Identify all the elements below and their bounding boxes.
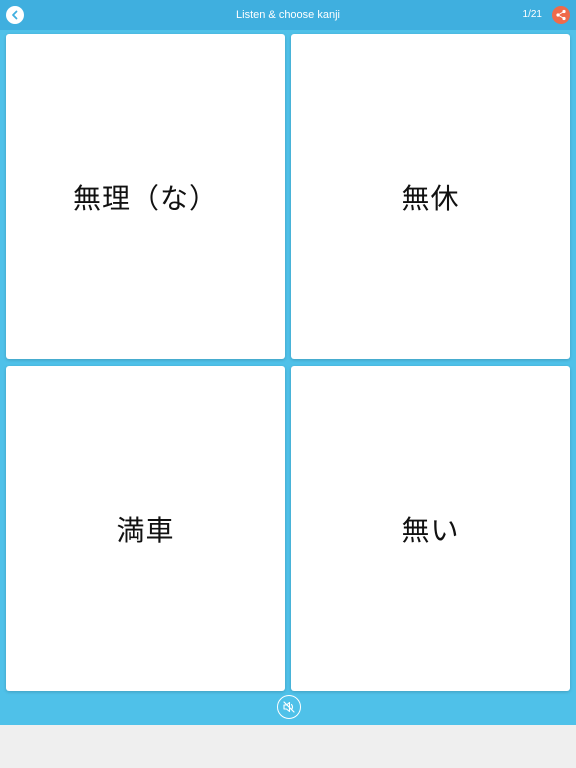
share-icon [556, 9, 566, 21]
choice-label: 無い [401, 513, 460, 547]
app-container: Listen & choose kanji 1/21 無理（な） 無休 満車 無… [0, 0, 576, 725]
choice-label: 無休 [401, 181, 460, 215]
progress-counter: 1/21 [522, 9, 542, 20]
choice-card-4[interactable]: 無い [291, 366, 570, 691]
header-bar: Listen & choose kanji 1/21 [0, 0, 576, 30]
choice-label: 満車 [116, 513, 175, 547]
choice-label: 無理（な） [72, 181, 218, 215]
sound-toggle-button[interactable] [277, 695, 301, 719]
choice-card-1[interactable]: 無理（な） [6, 34, 285, 359]
bottom-empty-area [0, 725, 576, 768]
choice-card-3[interactable]: 満車 [6, 366, 285, 691]
sound-off-icon [283, 701, 295, 713]
page-title: Listen & choose kanji [236, 9, 340, 21]
choice-card-2[interactable]: 無休 [291, 34, 570, 359]
share-button[interactable] [552, 6, 570, 24]
